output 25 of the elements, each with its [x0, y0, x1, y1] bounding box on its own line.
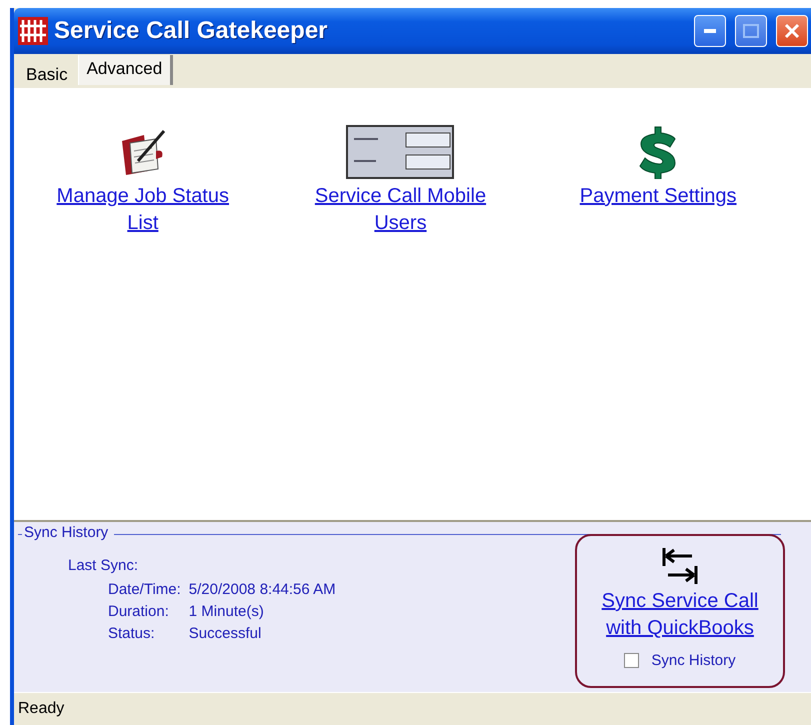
settings-link[interactable]: Manage Job Status List [42, 183, 243, 237]
settings-link[interactable]: Payment Settings [558, 183, 758, 210]
field-label: Date/Time: [108, 581, 181, 598]
last-sync-label: Last Sync: [68, 557, 138, 574]
minimize-icon [704, 29, 716, 33]
field-label: Duration: [108, 603, 170, 620]
field-label: Status: [108, 625, 156, 642]
close-icon [784, 23, 800, 39]
field-value: Successful [188, 625, 262, 642]
sync-history-checkbox[interactable]: Sync History [624, 652, 736, 669]
field-value: 5/20/2008 8:44:56 AM [188, 581, 336, 598]
tab[interactable]: Advanced [78, 55, 174, 85]
close-button[interactable] [776, 15, 808, 47]
window-title: Service Call Gatekeeper [54, 17, 329, 45]
maximize-icon [743, 24, 759, 38]
maximize-button[interactable] [735, 15, 767, 47]
app-logo-icon [18, 17, 48, 45]
sync-link[interactable]: Sync Service Call with QuickBooks [585, 588, 775, 642]
settings-link[interactable]: Service Call Mobile Users [300, 183, 500, 237]
group-title: Sync History [22, 524, 114, 541]
status-text: Ready [18, 700, 64, 718]
minimize-button[interactable] [694, 15, 726, 47]
sync-arrows-icon [660, 546, 700, 586]
field-value: 1 Minute(s) [188, 603, 265, 620]
login-form-icon [346, 125, 454, 179]
